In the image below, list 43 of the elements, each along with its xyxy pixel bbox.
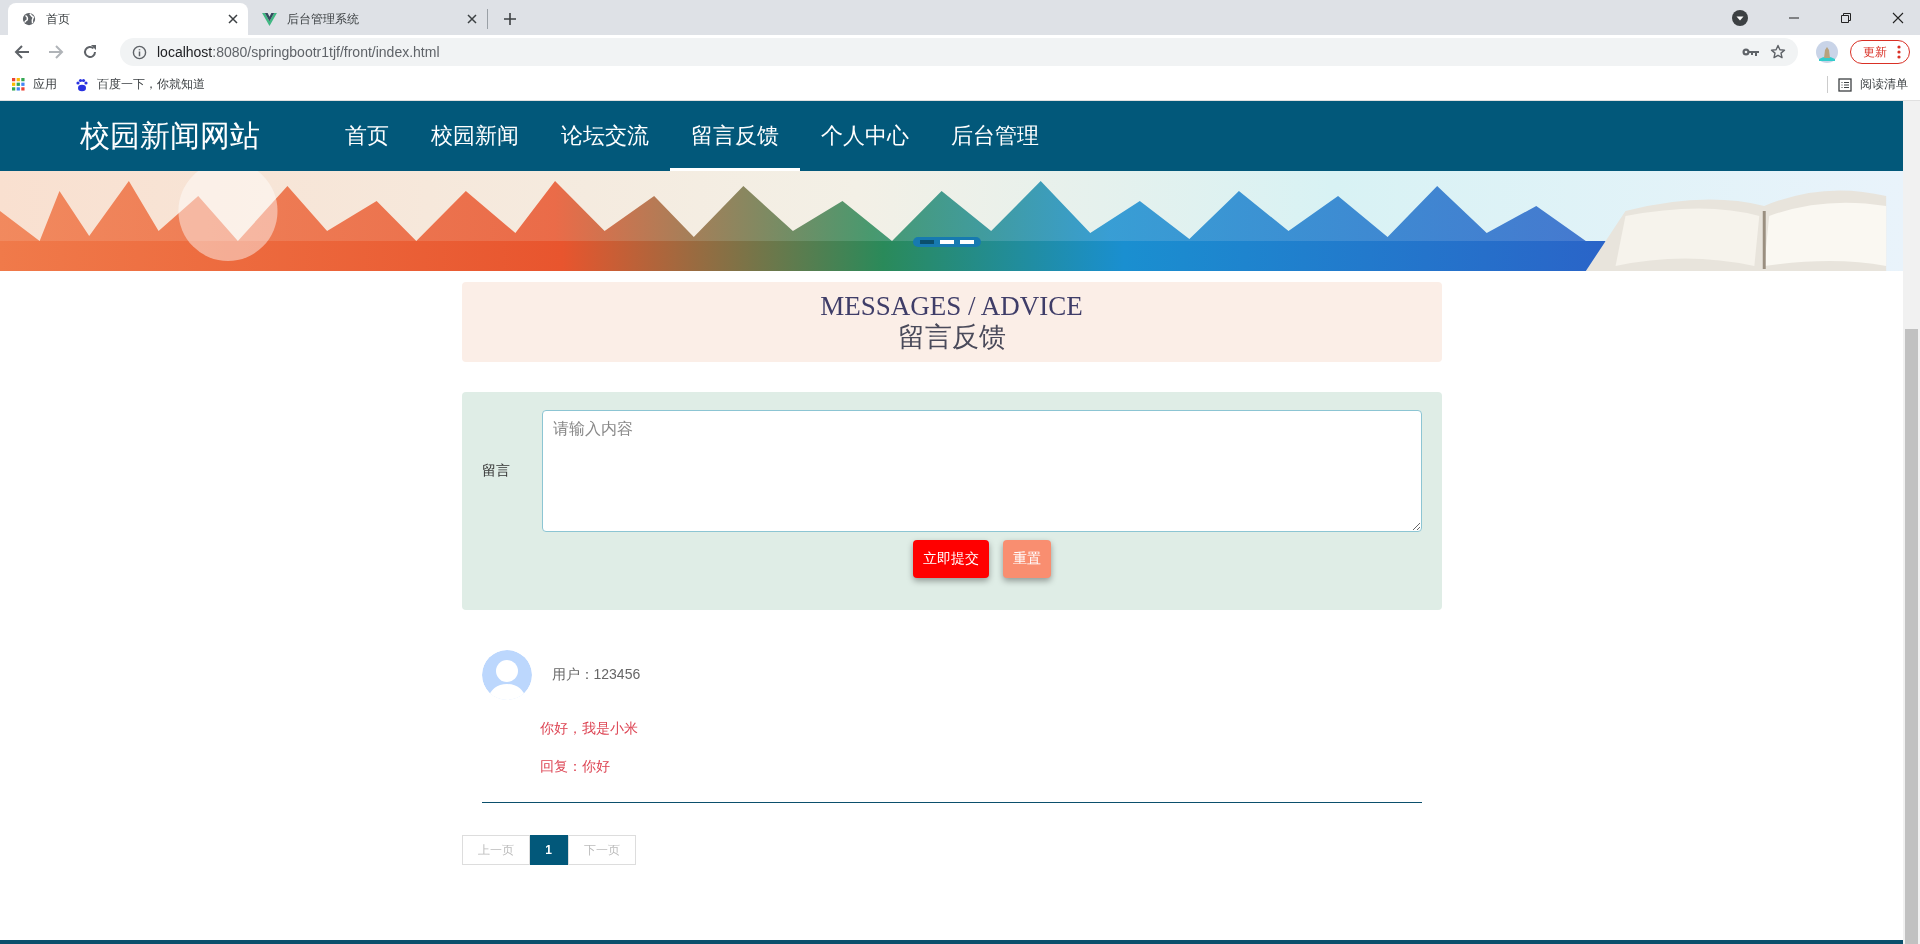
grid-icon [12,78,25,91]
nav-link[interactable]: 首页 [324,101,410,171]
back-icon[interactable] [14,44,30,60]
nav-link[interactable]: 个人中心 [800,101,930,171]
heading-english: MESSAGES / ADVICE [820,291,1083,321]
address-field[interactable]: localhost:8080/springbootr1tjf/front/index.html [120,38,1798,66]
url-text: localhost:8080/springbootr1tjf/front/index.html [157,44,440,60]
plus-icon[interactable] [504,13,516,25]
reply-text: 回复：你好 [539,758,611,776]
star-icon[interactable] [1770,44,1786,60]
nav-link[interactable]: 校园新闻 [410,101,540,171]
key-icon[interactable] [1742,47,1760,57]
reading-list-button[interactable]: 阅读清单 [1827,76,1908,93]
globe-icon [22,12,36,26]
close-icon[interactable] [1892,11,1904,24]
info-icon [132,44,147,60]
dropdown-icon[interactable] [1732,9,1748,26]
bookmark-link[interactable]: 百度一下，你就知道 [75,76,205,93]
scrollbar[interactable] [1903,101,1920,944]
heading-chinese: 留言反馈 [897,321,1006,353]
avatar-icon [481,650,532,700]
close-icon[interactable] [467,14,477,24]
browser-tab[interactable]: 首页 [8,3,248,35]
paw-icon [75,77,89,92]
v-logo-icon [262,12,277,26]
nav-link[interactable]: 论坛交流 [540,101,670,171]
bookmark-link[interactable]: 应用 [12,76,57,93]
browser-tab[interactable]: 后台管理系统 [248,9,488,29]
update-button[interactable]: 更新 [1850,40,1910,64]
scroll-thumb[interactable] [1905,328,1918,944]
nav-link[interactable]: 后台管理 [930,101,1060,171]
message-field[interactable]: 请输入内容 [541,410,1422,532]
site-logo[interactable]: 校园新闻网站 [80,101,260,171]
message-text: 你好，我是小米 [539,720,639,738]
field-label: 留言 [481,462,511,480]
more-icon [1897,45,1901,59]
list-icon [1838,77,1852,92]
username: 用户：123456 [551,666,641,684]
submit-button[interactable]: 立即提交 [912,540,989,578]
page-button[interactable]: 1 [529,835,568,865]
close-icon[interactable] [228,14,238,24]
reload-icon[interactable] [82,44,98,60]
restore-icon[interactable] [1840,11,1852,24]
